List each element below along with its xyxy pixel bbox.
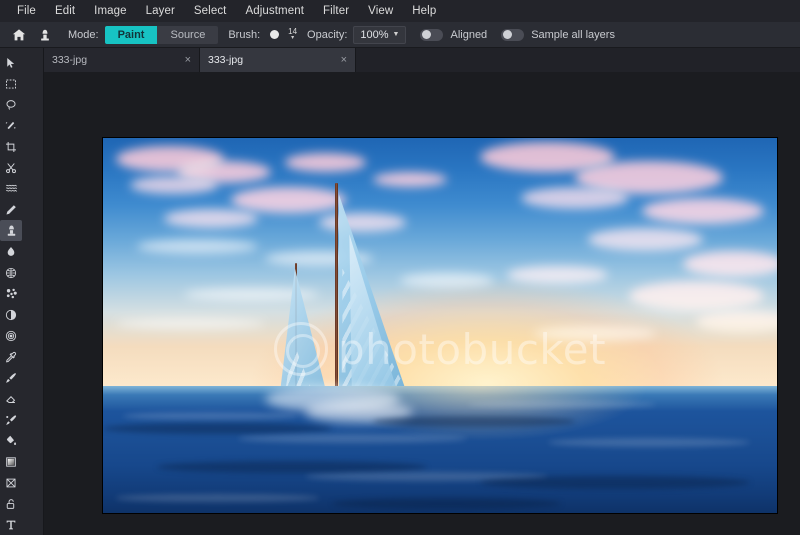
menu-item-view[interactable]: View <box>359 2 402 20</box>
text-tool[interactable] <box>0 514 22 535</box>
wave-shadow <box>372 415 575 427</box>
cloud <box>628 280 764 311</box>
opacity-label: Opacity: <box>307 28 348 41</box>
menu-item-file[interactable]: File <box>8 2 45 20</box>
cloud <box>520 186 629 210</box>
cloud <box>642 198 764 225</box>
cloud <box>129 175 218 195</box>
menu-item-select[interactable]: Select <box>185 2 236 20</box>
close-icon[interactable]: × <box>335 54 347 66</box>
wave-highlight <box>466 400 656 408</box>
chevron-down-icon: ▼ <box>392 31 400 38</box>
sample-all-layers-toggle[interactable] <box>501 28 525 41</box>
tool-options-bar: Mode: Paint Source Brush: 14 ▾ Opacity: … <box>0 22 800 48</box>
toggle-knob <box>502 30 512 39</box>
image-canvas[interactable]: photobucket <box>103 138 777 513</box>
brush-preview-icon[interactable] <box>270 30 280 39</box>
brush-label: Brush: <box>228 28 261 41</box>
menu-bar: File Edit Image Layer Select Adjustment … <box>0 0 800 22</box>
gradient-mesh-tool[interactable] <box>0 262 22 283</box>
gradient-tool[interactable] <box>0 451 22 472</box>
wave-highlight <box>123 411 299 420</box>
stepper-arrows-icon: ▾ <box>291 35 295 41</box>
lasso-tool[interactable] <box>0 94 22 115</box>
menu-item-edit[interactable]: Edit <box>46 2 84 20</box>
photo-editor-app: File Edit Image Layer Select Adjustment … <box>0 0 800 535</box>
eraser-tool[interactable] <box>0 388 22 409</box>
clone-stamp-icon[interactable] <box>32 23 58 47</box>
sample-all-layers-label: Sample all layers <box>531 28 615 41</box>
mode-paint-button[interactable]: Paint <box>104 25 158 44</box>
document-tab-1[interactable]: 333-jpg × <box>44 48 200 72</box>
document-tab-2[interactable]: 333-jpg × <box>200 48 356 72</box>
wave-highlight <box>116 494 319 502</box>
toggle-knob <box>421 30 431 39</box>
eyedropper-tool[interactable] <box>0 346 22 367</box>
wave-shadow <box>480 475 751 489</box>
blur-tool[interactable] <box>0 241 22 262</box>
tools-panel <box>0 48 44 535</box>
marquee-select-tool[interactable] <box>0 73 22 94</box>
mode-source-button[interactable]: Source <box>157 25 219 44</box>
mode-segmented-control: Paint Source <box>104 25 219 44</box>
close-icon[interactable]: × <box>179 54 191 66</box>
dodge-burn-tool[interactable] <box>0 304 22 325</box>
cloud <box>163 209 259 228</box>
menu-item-help[interactable]: Help <box>403 2 445 20</box>
liquify-tool[interactable] <box>0 178 22 199</box>
paint-bucket-tool[interactable] <box>0 430 22 451</box>
document-tab-bar: 333-jpg × 333-jpg × <box>44 48 800 72</box>
magic-wand-tool[interactable] <box>0 115 22 136</box>
cloud <box>507 265 609 285</box>
mode-label: Mode: <box>68 28 99 41</box>
aligned-toggle[interactable] <box>420 28 444 41</box>
sailboat-at-sunset-photo: photobucket <box>103 138 777 513</box>
cloud <box>682 250 777 277</box>
paintbrush-tool[interactable] <box>0 367 22 388</box>
color-replace-tool[interactable] <box>0 409 22 430</box>
crop-tool[interactable] <box>0 136 22 157</box>
opacity-value: 100% <box>360 28 389 41</box>
move-tool[interactable] <box>0 52 22 73</box>
menu-item-image[interactable]: Image <box>85 2 135 20</box>
spot-heal-tool[interactable] <box>0 283 22 304</box>
tab-title: 333-jpg <box>208 54 244 66</box>
cloud <box>696 310 777 333</box>
menu-item-adjustment[interactable]: Adjustment <box>236 2 313 20</box>
tab-title: 333-jpg <box>52 54 88 66</box>
cloud <box>534 325 656 341</box>
cloud <box>284 153 366 172</box>
brush-size-stepper[interactable]: 14 ▾ <box>288 28 297 42</box>
shape-transform-tool[interactable] <box>0 472 22 493</box>
pencil-tool[interactable] <box>0 199 22 220</box>
lock-shape-tool[interactable] <box>0 493 22 514</box>
cloud <box>588 228 703 251</box>
menu-item-layer[interactable]: Layer <box>137 2 184 20</box>
clone-stamp-tool[interactable] <box>0 220 22 241</box>
menu-item-filter[interactable]: Filter <box>314 2 358 20</box>
aligned-label: Aligned <box>450 28 488 41</box>
home-icon[interactable] <box>6 23 32 47</box>
canvas-workspace[interactable]: photobucket <box>44 72 800 535</box>
cut-tool[interactable] <box>0 157 22 178</box>
radial-blur-tool[interactable] <box>0 325 22 346</box>
wave-highlight <box>547 438 751 447</box>
opacity-dropdown[interactable]: 100% ▼ <box>353 25 407 44</box>
